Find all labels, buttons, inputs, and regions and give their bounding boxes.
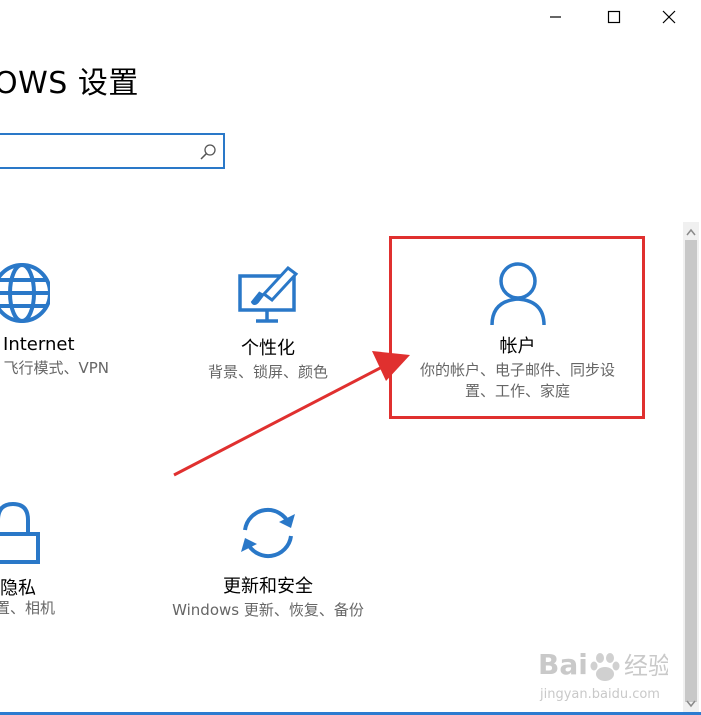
search-box[interactable] xyxy=(0,133,225,169)
highlight-box xyxy=(389,236,645,419)
tile-description: & 飞行模式、VPN xyxy=(0,359,109,377)
scroll-down-icon[interactable] xyxy=(683,696,699,712)
maximize-button[interactable] xyxy=(591,0,635,34)
scrollbar-thumb[interactable] xyxy=(685,240,697,702)
svg-text:经验: 经验 xyxy=(624,652,668,680)
minimize-icon xyxy=(550,16,561,18)
maximize-icon xyxy=(607,10,621,24)
update-icon xyxy=(241,507,295,559)
close-button[interactable] xyxy=(647,0,691,34)
tile-update-security[interactable]: 更新和安全 Windows 更新、恢复、备份 xyxy=(165,500,371,621)
tile-description: Windows 更新、恢复、备份 xyxy=(172,601,364,619)
close-icon xyxy=(662,10,676,24)
page-title: OWS 设置 xyxy=(0,66,139,101)
tile-description: 置、相机 xyxy=(0,599,56,617)
svg-text:jingyan.baidu.com: jingyan.baidu.com xyxy=(539,687,660,702)
svg-text:Bai: Bai xyxy=(538,648,588,681)
tile-label: I Internet xyxy=(0,334,75,355)
search-icon[interactable] xyxy=(199,143,217,161)
tile-label: 隐私 xyxy=(0,578,36,599)
lock-icon xyxy=(0,501,40,564)
globe-icon xyxy=(0,263,50,323)
personalization-icon xyxy=(238,265,299,323)
scroll-up-icon[interactable] xyxy=(683,224,699,240)
watermark-logo: Bai 经验 jingyan.baidu.com xyxy=(538,648,668,702)
tile-label: 更新和安全 xyxy=(223,576,313,597)
search-input[interactable] xyxy=(0,135,200,169)
arrow-icon xyxy=(173,351,410,477)
minimize-button[interactable] xyxy=(533,0,577,34)
